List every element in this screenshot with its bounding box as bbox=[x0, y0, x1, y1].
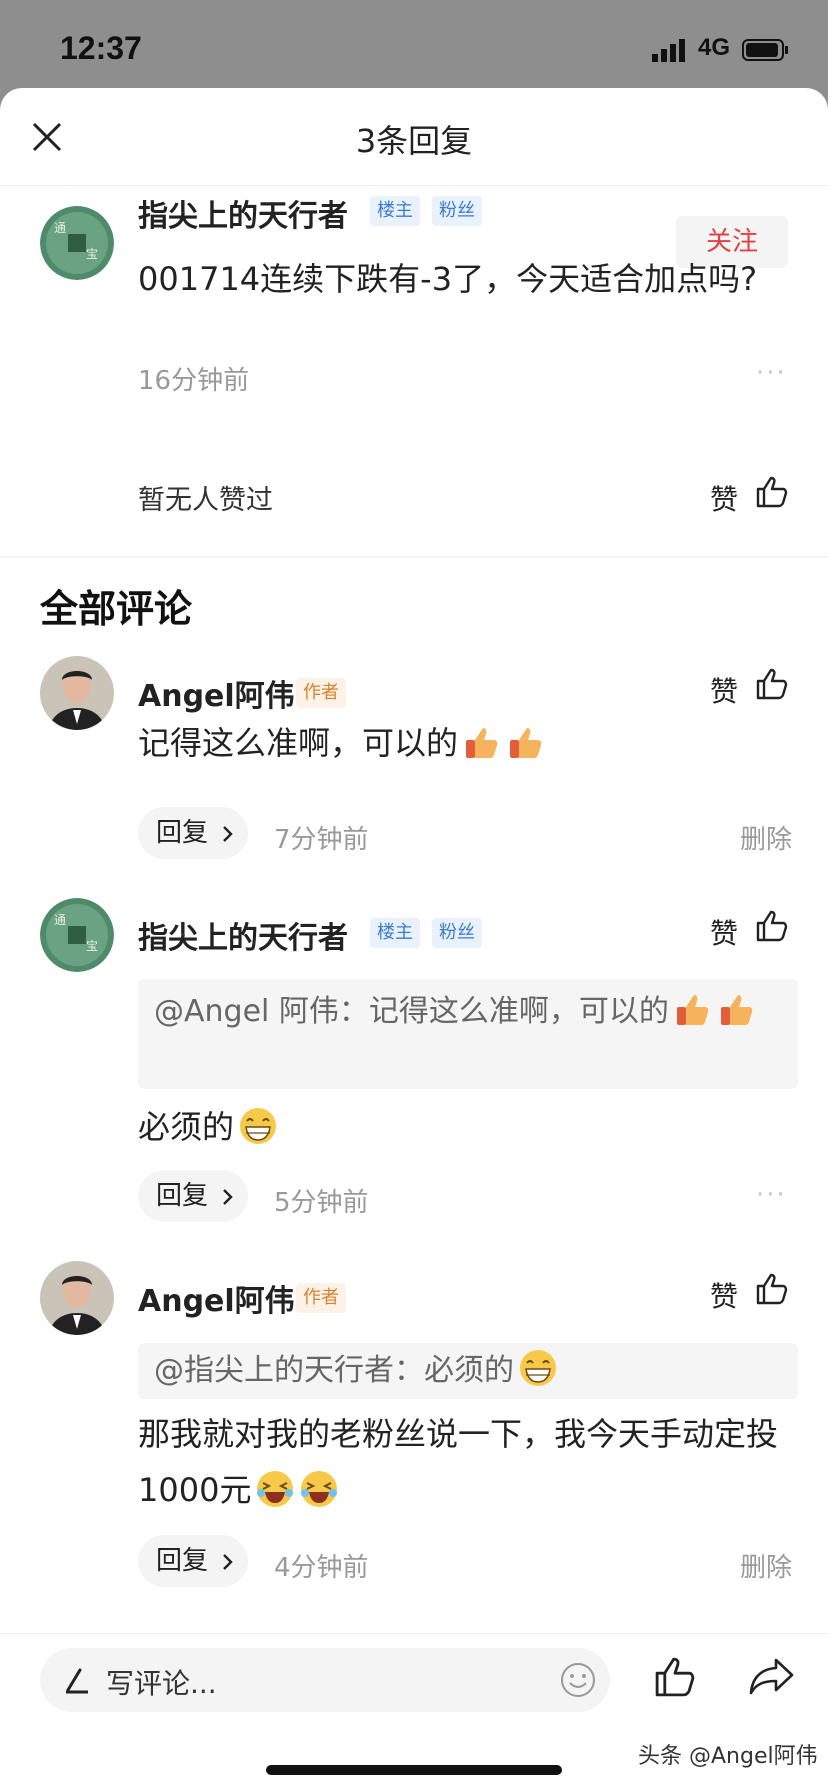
grin-emoji-icon bbox=[240, 1108, 277, 1144]
author-name[interactable]: Angel阿伟 bbox=[138, 671, 295, 715]
author-name[interactable]: 指尖上的天行者 bbox=[138, 191, 348, 235]
like-button[interactable]: 赞 bbox=[710, 476, 788, 518]
avatar-coin[interactable]: 通 宝 bbox=[40, 898, 114, 972]
avatar-coin[interactable]: 通 宝 bbox=[40, 206, 114, 280]
home-indicator[interactable] bbox=[266, 1765, 562, 1775]
reply-text: 必须的 bbox=[138, 1099, 788, 1155]
tag-author: 作者 bbox=[296, 678, 346, 708]
thumbs-up-icon bbox=[756, 668, 788, 700]
status-bar: 12:37 4G bbox=[0, 0, 828, 90]
svg-text:通: 通 bbox=[54, 913, 66, 927]
signal-icon bbox=[652, 39, 685, 62]
pen-icon bbox=[66, 1668, 88, 1694]
tag-fan: 粉丝 bbox=[432, 196, 482, 226]
reply-sheet: 3条回复 通 宝 指尖上的天行者 楼主 粉丝 关注 001714连续下跌有-3了… bbox=[0, 88, 828, 1792]
watermark: 头条 @Angel阿伟 bbox=[638, 1744, 818, 1769]
thumbs-up-emoji-icon bbox=[466, 728, 498, 758]
section-title: 全部评论 bbox=[40, 587, 193, 631]
tag-op: 楼主 bbox=[370, 196, 420, 226]
sheet-header: 3条回复 bbox=[0, 88, 828, 186]
thumbs-up-icon[interactable] bbox=[652, 1654, 698, 1700]
comment-text: 001714连续下跌有-3了，今天适合加点吗? bbox=[138, 260, 758, 298]
more-icon[interactable]: ··· bbox=[756, 358, 787, 388]
likes-summary: 暂无人赞过 bbox=[138, 485, 273, 516]
reply-button[interactable]: 回复 bbox=[138, 807, 248, 859]
like-label: 赞 bbox=[710, 1280, 739, 1313]
status-time: 12:37 bbox=[60, 30, 142, 66]
grin-emoji-icon bbox=[520, 1350, 556, 1386]
reply-time: 4分钟前 bbox=[274, 1553, 369, 1583]
network-label: 4G bbox=[698, 34, 731, 61]
tag-author: 作者 bbox=[296, 1283, 346, 1313]
thumbs-up-emoji-icon bbox=[510, 728, 542, 758]
page-title: 3条回复 bbox=[355, 122, 473, 160]
author-name[interactable]: 指尖上的天行者 bbox=[138, 913, 348, 957]
delete-button[interactable]: 删除 bbox=[740, 1547, 792, 1584]
emoji-picker-icon[interactable] bbox=[560, 1662, 596, 1698]
reply-button[interactable]: 回复 bbox=[138, 1170, 248, 1222]
laugh-emoji-icon bbox=[301, 1471, 338, 1507]
like-label: 赞 bbox=[710, 917, 739, 950]
more-icon[interactable]: ··· bbox=[756, 1180, 787, 1210]
thumbs-up-icon bbox=[756, 476, 788, 508]
chevron-right-icon bbox=[223, 826, 233, 842]
like-button[interactable]: 赞 bbox=[710, 910, 788, 952]
avatar-angel[interactable] bbox=[40, 1261, 114, 1335]
quoted-reply: @Angel 阿伟：记得这么准啊，可以的 bbox=[138, 979, 798, 1089]
comment-time: 16分钟前 bbox=[138, 366, 250, 396]
thumbs-up-icon bbox=[756, 1273, 788, 1305]
like-button[interactable]: 赞 bbox=[710, 1273, 788, 1315]
comment-input[interactable]: 写评论... bbox=[40, 1648, 610, 1712]
chevron-right-icon bbox=[223, 1554, 233, 1570]
reply-time: 5分钟前 bbox=[274, 1188, 369, 1218]
svg-text:通: 通 bbox=[54, 221, 66, 235]
section-divider bbox=[0, 556, 828, 558]
reply-text: 记得这么准啊，可以的 bbox=[138, 715, 788, 771]
like-label: 赞 bbox=[710, 483, 739, 516]
comment-placeholder: 写评论... bbox=[106, 1667, 217, 1700]
delete-button[interactable]: 删除 bbox=[740, 819, 792, 856]
reply-text: 那我就对我的老粉丝说一下，我今天手动定投1000元 bbox=[138, 1415, 779, 1509]
share-icon[interactable] bbox=[748, 1656, 796, 1698]
svg-text:宝: 宝 bbox=[86, 247, 98, 261]
tag-fan: 粉丝 bbox=[432, 918, 482, 948]
reply-time: 7分钟前 bbox=[274, 825, 369, 855]
thumbs-up-emoji-icon bbox=[676, 995, 709, 1025]
author-name[interactable]: Angel阿伟 bbox=[138, 1276, 295, 1320]
like-label: 赞 bbox=[710, 675, 739, 708]
chevron-right-icon bbox=[223, 1189, 233, 1205]
battery-icon bbox=[742, 39, 788, 61]
laugh-emoji-icon bbox=[257, 1471, 294, 1507]
svg-text:宝: 宝 bbox=[86, 939, 98, 953]
like-button[interactable]: 赞 bbox=[710, 668, 788, 710]
avatar-angel[interactable] bbox=[40, 656, 114, 730]
thumbs-up-icon bbox=[756, 910, 788, 942]
tag-op: 楼主 bbox=[370, 918, 420, 948]
quoted-reply: @指尖上的天行者：必须的 bbox=[138, 1343, 798, 1399]
reply-button[interactable]: 回复 bbox=[138, 1535, 248, 1587]
thumbs-up-emoji-icon bbox=[720, 995, 753, 1025]
